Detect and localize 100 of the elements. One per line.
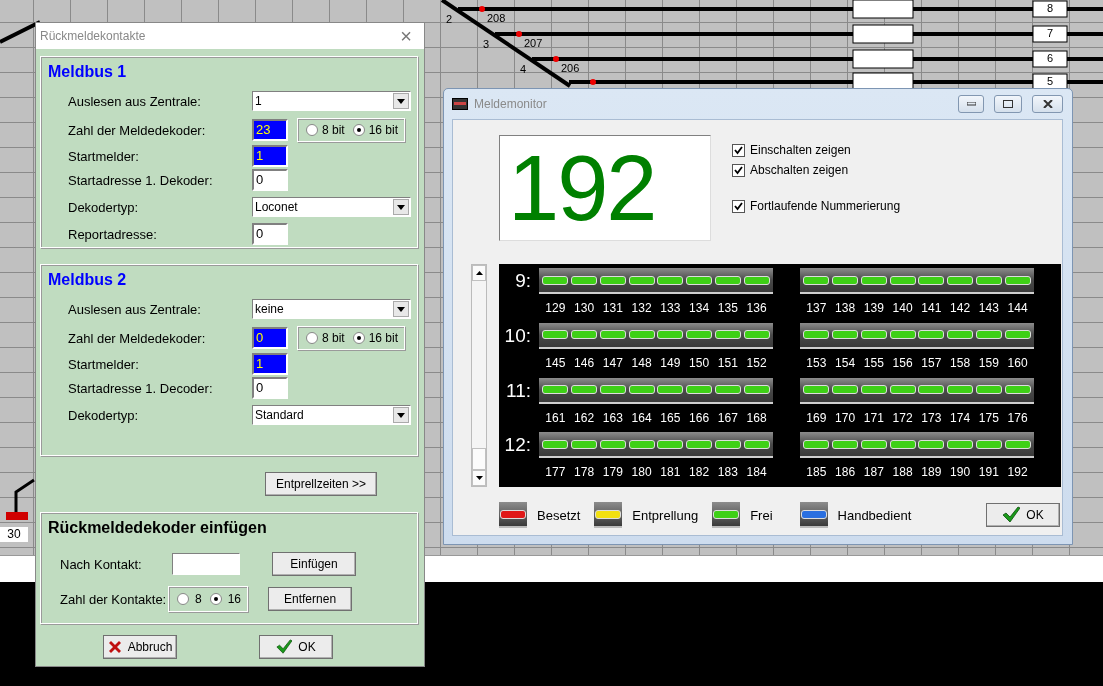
close-icon: [1042, 100, 1053, 108]
check-mark-icon: [734, 201, 743, 211]
contact-number: 192: [1006, 465, 1029, 480]
app-icon: [452, 98, 468, 110]
contact-number: 129: [544, 301, 567, 315]
minimize-icon: [966, 102, 976, 106]
contact-number: 131: [601, 301, 624, 315]
check-icon: [276, 639, 293, 655]
contact-number: 171: [862, 410, 885, 425]
check-icon: [1002, 506, 1021, 524]
dropdown[interactable]: keine: [252, 299, 411, 319]
radio-option[interactable]: 16: [209, 592, 242, 606]
scroll-down-icon: [475, 476, 483, 480]
radio-option[interactable]: 16 bit: [352, 123, 399, 137]
dropdown-caret-icon: [397, 98, 405, 104]
contact-number: 167: [716, 410, 739, 425]
number-field[interactable]: 1: [252, 145, 288, 167]
contact-field[interactable]: [172, 553, 240, 575]
legend-led-icon: [499, 502, 527, 528]
cross-icon: [107, 640, 122, 654]
track-box-label: 7: [1046, 27, 1054, 39]
contact-number: 145: [544, 355, 567, 370]
track-number: 3: [483, 38, 490, 50]
contact-number: 189: [920, 465, 943, 480]
scroll-up-icon: [475, 271, 483, 275]
contact-number: 163: [601, 410, 624, 425]
contact-number: 142: [949, 301, 972, 315]
radio-option[interactable]: 8 bit: [306, 123, 345, 137]
contact-number: 166: [688, 410, 711, 425]
maximize-icon: [1003, 100, 1013, 108]
field-label: Auslesen aus Zentrale:: [68, 301, 202, 317]
field-label: Zahl der Meldedekoder:: [68, 330, 207, 346]
dropdown-caret-icon: [397, 204, 405, 210]
checkbox[interactable]: Abschalten zeigen: [732, 160, 901, 180]
contact-number: 169: [805, 410, 828, 425]
remove-button[interactable]: Entfernen: [268, 587, 353, 611]
field-label: Startmelder:: [68, 356, 140, 372]
contact-number: 176: [1006, 410, 1029, 425]
legend-led-icon: [594, 502, 623, 528]
track-box-label: 8: [1046, 2, 1054, 14]
contact-number: 164: [630, 410, 653, 425]
field-label: Auslesen aus Zentrale:: [68, 93, 202, 109]
cancel-button[interactable]: Abbruch: [103, 635, 177, 659]
contact-number: 187: [862, 465, 885, 480]
field-label: Zahl der Meldedekoder:: [68, 122, 207, 138]
number-field[interactable]: 0: [252, 169, 288, 191]
close-button[interactable]: ×: [396, 26, 416, 46]
contact-number: 177: [544, 465, 567, 480]
insert-button[interactable]: Einfügen: [272, 552, 356, 576]
legend-label: Frei: [750, 507, 773, 523]
field-label: Zahl der Kontakte:: [60, 591, 168, 607]
contact-number: 174: [949, 410, 972, 425]
checkbox[interactable]: Fortlaufende Nummerierung: [732, 196, 901, 216]
dropdown[interactable]: Loconet: [252, 197, 411, 217]
scrollbar[interactable]: [471, 264, 487, 487]
group-title: Rückmeldedekoder einfügen: [48, 518, 268, 538]
contact-number: 132: [630, 301, 653, 315]
track-box-label: 6: [1046, 52, 1054, 64]
contact-number: 144: [1006, 301, 1029, 315]
close-button[interactable]: [1032, 95, 1063, 113]
contact-number: 170: [834, 410, 857, 425]
field-label: Startadresse 1. Decoder:: [68, 380, 214, 396]
legend-label: Handbedient: [837, 507, 912, 523]
maximize-button[interactable]: [994, 95, 1022, 113]
contact-number: 130: [573, 301, 596, 315]
debounce-button[interactable]: Entprellzeiten >>: [265, 472, 377, 496]
contact-number: 148: [630, 355, 653, 370]
number-field[interactable]: 0: [252, 327, 288, 349]
number-field[interactable]: 0: [252, 223, 288, 245]
ok-button[interactable]: OK: [986, 503, 1060, 527]
legend-label: Besetzt: [537, 507, 581, 523]
contact-number: 141: [920, 301, 943, 315]
radio-option[interactable]: 8 bit: [306, 331, 345, 345]
scroll-thumb[interactable]: [472, 448, 486, 470]
contact-number: 165: [659, 410, 682, 425]
contact-number: 139: [862, 301, 885, 315]
number-field[interactable]: 23: [252, 119, 288, 141]
ok-button[interactable]: OK: [259, 635, 333, 659]
minimize-button[interactable]: [958, 95, 984, 113]
contact-number: 190: [949, 465, 972, 480]
dropdown[interactable]: 1: [252, 91, 411, 111]
number-field[interactable]: 1: [252, 353, 288, 375]
legend-led-icon: [799, 502, 828, 528]
legend-label: Entprellung: [632, 507, 699, 523]
decoder-label: 11:: [505, 378, 532, 403]
bumper-drawing: [4, 478, 36, 522]
checkbox[interactable]: Einschalten zeigen: [732, 140, 901, 160]
radio-option[interactable]: 16 bit: [352, 331, 399, 345]
number-field[interactable]: 0: [252, 377, 288, 399]
track-number: 4: [520, 63, 527, 75]
contact-number: 175: [977, 410, 1000, 425]
contact-number: 159: [977, 355, 1000, 370]
contact-number: 179: [601, 465, 624, 480]
contact-number: 133: [659, 301, 682, 315]
field-label: Dekodertyp:: [68, 407, 140, 423]
radio-option[interactable]: 8: [177, 592, 202, 606]
dropdown[interactable]: Standard: [252, 405, 411, 425]
contact-number: 135: [716, 301, 739, 315]
contact-number: 146: [573, 355, 596, 370]
contact-number: 150: [688, 355, 711, 370]
